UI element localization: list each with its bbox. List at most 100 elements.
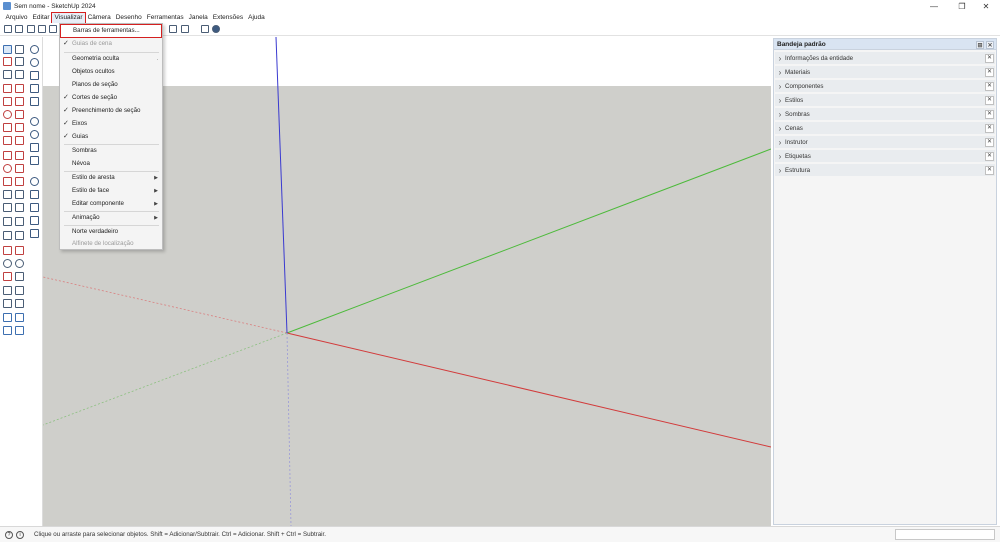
dimension-tool-icon[interactable]: [15, 190, 24, 199]
tray-close-icon[interactable]: ✕: [986, 40, 994, 49]
panel-styles[interactable]: › Estilos ✕: [775, 94, 995, 106]
select-tool-icon[interactable]: [3, 45, 12, 54]
document-icon[interactable]: [201, 25, 209, 33]
drape-icon[interactable]: [15, 326, 24, 335]
rectangle-tool-icon[interactable]: [3, 97, 12, 106]
text-tool-icon[interactable]: [15, 70, 24, 79]
pie-tool-icon[interactable]: [15, 123, 24, 132]
menu-item-hidden-geometry[interactable]: Geometria oculta.: [60, 53, 162, 65]
menu-item-section-fill[interactable]: ✓ Preenchimento de seção: [60, 105, 162, 117]
menu-visualizar[interactable]: Visualizar: [51, 11, 87, 24]
panel-shadows[interactable]: › Sombras ✕: [775, 108, 995, 120]
walk-tool-icon[interactable]: [3, 286, 12, 295]
circle-tool-icon[interactable]: [3, 110, 12, 119]
previous-view-icon[interactable]: [15, 272, 24, 281]
menu-arquivo[interactable]: Arquivo: [3, 13, 30, 23]
menu-ajuda[interactable]: Ajuda: [246, 13, 268, 23]
menu-item-section-planes[interactable]: Planos de seção: [60, 79, 162, 91]
close-icon[interactable]: ✕: [985, 81, 994, 91]
pin-icon[interactable]: ⊞: [976, 40, 984, 49]
rotated-rectangle-icon[interactable]: [15, 97, 24, 106]
layers-icon[interactable]: [30, 97, 39, 106]
target-icon[interactable]: [30, 117, 39, 126]
warehouse-icon[interactable]: [15, 25, 23, 33]
paint-bucket-icon[interactable]: [15, 57, 24, 66]
close-icon[interactable]: ✕: [985, 151, 994, 161]
menu-item-edge-style[interactable]: Estilo de aresta ▶: [60, 172, 162, 184]
list-icon[interactable]: [30, 229, 39, 238]
measurements-box[interactable]: [895, 529, 995, 540]
freehand-tool-icon[interactable]: [15, 84, 24, 93]
cloud-icon[interactable]: [30, 58, 39, 67]
cube-icon[interactable]: [30, 190, 39, 199]
orbit-tool-icon[interactable]: [3, 231, 12, 240]
minimize-button[interactable]: —: [920, 0, 948, 12]
push-pull-icon[interactable]: [15, 151, 24, 160]
menu-editar[interactable]: Editar: [30, 13, 52, 23]
look-around-icon[interactable]: [15, 246, 24, 255]
eraser-icon[interactable]: [3, 57, 12, 66]
polygon-tool-icon[interactable]: [15, 110, 24, 119]
eye-icon[interactable]: [3, 299, 12, 308]
menu-item-scene-tabs[interactable]: ✓ Guias de cena: [60, 38, 162, 50]
component-icon[interactable]: [15, 45, 24, 54]
panel-entity-info[interactable]: › Informações da entidade ✕: [775, 52, 995, 64]
menu-item-face-style[interactable]: Estilo de face ▶: [60, 185, 162, 197]
extension-warehouse-icon[interactable]: [27, 25, 35, 33]
close-icon[interactable]: ✕: [985, 53, 994, 63]
menu-item-section-cuts[interactable]: ✓ Cortes de seção: [60, 92, 162, 104]
get-started-icon[interactable]: [4, 25, 12, 33]
info-icon[interactable]: i: [16, 530, 24, 539]
refresh-icon[interactable]: [30, 177, 39, 186]
menu-camera[interactable]: Câmera: [85, 13, 113, 23]
zoom-tool-icon[interactable]: [3, 259, 12, 268]
move-tool-icon[interactable]: [3, 151, 12, 160]
menu-janela[interactable]: Janela: [186, 13, 210, 23]
layout-icon[interactable]: [38, 25, 46, 33]
axes-tool-icon[interactable]: [15, 203, 24, 212]
menu-item-axes[interactable]: ✓ Eixos: [60, 118, 162, 130]
pan-tool-icon[interactable]: [15, 231, 24, 240]
menu-desenho[interactable]: Desenho: [113, 13, 144, 23]
solid-icon[interactable]: [30, 203, 39, 212]
scale-tool-icon[interactable]: [3, 177, 12, 186]
stack-icon[interactable]: [30, 84, 39, 93]
section-plane-icon[interactable]: [169, 25, 177, 33]
menu-item-guides[interactable]: ✓ Guias: [60, 131, 162, 143]
tag-tool-icon[interactable]: [3, 70, 12, 79]
menu-ferramentas[interactable]: Ferramentas: [144, 13, 186, 23]
close-icon[interactable]: ✕: [985, 109, 994, 119]
user-account-icon[interactable]: [212, 25, 220, 33]
close-icon[interactable]: ✕: [985, 165, 994, 175]
close-icon[interactable]: ✕: [985, 137, 994, 147]
close-icon[interactable]: ✕: [985, 67, 994, 77]
zoom-window-icon[interactable]: [15, 259, 24, 268]
stamp-icon[interactable]: [3, 326, 12, 335]
panel-tags[interactable]: › Etiquetas ✕: [775, 150, 995, 162]
panel-outliner[interactable]: › Estrutura ✕: [775, 164, 995, 176]
menu-item-true-north[interactable]: Norte verdadeiro: [60, 226, 162, 238]
tape-measure-icon[interactable]: [3, 190, 12, 199]
person-walk-icon[interactable]: [15, 286, 24, 295]
display-section-icon[interactable]: [181, 25, 189, 33]
style-builder-icon[interactable]: [49, 25, 57, 33]
terrain-icon[interactable]: [15, 313, 24, 322]
two-point-arc-icon[interactable]: [3, 136, 12, 145]
panel-instructor[interactable]: › Instrutor ✕: [775, 136, 995, 148]
follow-me-icon[interactable]: [15, 164, 24, 173]
line-tool-icon[interactable]: [3, 84, 12, 93]
section-plane-tool-icon[interactable]: [3, 217, 12, 226]
sandbox-icon[interactable]: [3, 313, 12, 322]
section-fill-icon[interactable]: [15, 299, 24, 308]
menu-item-hidden-objects[interactable]: Objetos ocultos: [60, 66, 162, 78]
column-icon[interactable]: [30, 143, 39, 152]
union-icon[interactable]: [30, 216, 39, 225]
zoom-extents-icon[interactable]: [3, 272, 12, 281]
panel-icon[interactable]: [30, 156, 39, 165]
menu-item-animation[interactable]: Animação ▶: [60, 212, 162, 224]
panel-scenes[interactable]: › Cenas ✕: [775, 122, 995, 134]
arc-tool-icon[interactable]: [3, 123, 12, 132]
menu-item-location-pin[interactable]: Alfinete de localização: [60, 238, 162, 250]
offset-tool-icon[interactable]: [15, 177, 24, 186]
three-point-arc-icon[interactable]: [15, 136, 24, 145]
